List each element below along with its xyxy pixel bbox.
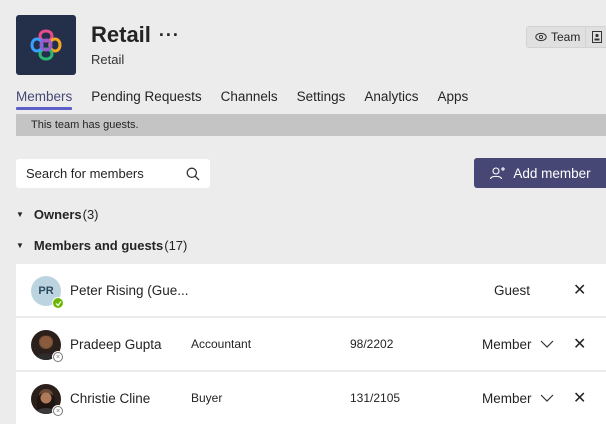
more-options-icon[interactable]: ··· [159,25,180,46]
offline-status-icon: × [52,405,64,417]
member-role: Member [482,390,532,406]
member-role: Member [482,336,532,352]
team-logo [16,15,76,75]
search-input[interactable] [26,166,176,181]
member-row[interactable]: × Pradeep Gupta Accountant 98/2202 Membe… [16,318,606,370]
member-search [16,159,210,188]
contact-card-icon [591,31,602,43]
tab-members[interactable]: Members [16,89,73,110]
member-row[interactable]: PR Peter Rising (Gue... Guest ✕ [16,264,606,316]
member-location: 131/2105 [350,391,401,405]
tab-analytics[interactable]: Analytics [364,89,418,108]
role-dropdown[interactable]: Member [482,337,554,352]
role-dropdown[interactable]: Member [482,391,554,406]
add-person-icon [490,167,506,180]
owners-count: (3) [82,207,99,222]
member-title: Buyer [191,391,223,405]
member-name: Peter Rising (Gue... [70,282,189,298]
team-title: Retail ··· [91,22,180,48]
members-count: (17) [164,238,188,253]
remove-member-icon[interactable]: ✕ [573,388,586,408]
member-role: Guest [494,282,531,298]
team-logo-icon [30,29,62,61]
member-row[interactable]: × Christie Cline Buyer 131/2105 Member ✕ [16,372,606,424]
team-button-label: Team [551,30,581,44]
tab-apps[interactable]: Apps [437,89,468,108]
search-icon[interactable] [186,167,200,181]
member-name: Pradeep Gupta [70,336,162,352]
caret-down-icon: ▼ [16,241,24,250]
team-name: Retail [91,22,151,47]
offline-status-icon: × [52,351,64,363]
remove-member-icon[interactable]: ✕ [573,334,586,354]
team-subtitle: Retail [91,52,125,67]
team-visibility-button[interactable]: Team [526,26,590,48]
team-info-button[interactable] [585,26,606,48]
owners-section-toggle[interactable]: ▼ Owners (3) [16,207,99,222]
chevron-down-icon [540,340,553,348]
caret-down-icon: ▼ [16,210,24,219]
add-member-label: Add member [513,165,591,181]
members-section-toggle[interactable]: ▼ Members and guests (17) [16,238,187,253]
available-status-icon [52,297,64,309]
guest-banner: This team has guests. [16,114,606,136]
member-name: Christie Cline [70,390,151,406]
eye-icon [535,32,547,42]
chevron-down-icon [540,394,553,402]
tab-bar: Members Pending Requests Channels Settin… [16,89,468,110]
member-location: 98/2202 [350,337,394,351]
tab-settings[interactable]: Settings [297,89,346,108]
add-member-button[interactable]: Add member [474,158,606,188]
owners-label: Owners [33,207,82,222]
tab-pending-requests[interactable]: Pending Requests [91,89,201,108]
members-label: Members and guests [33,238,164,253]
tab-channels[interactable]: Channels [221,89,278,108]
member-title: Accountant [191,337,252,351]
remove-member-icon[interactable]: ✕ [573,280,586,300]
